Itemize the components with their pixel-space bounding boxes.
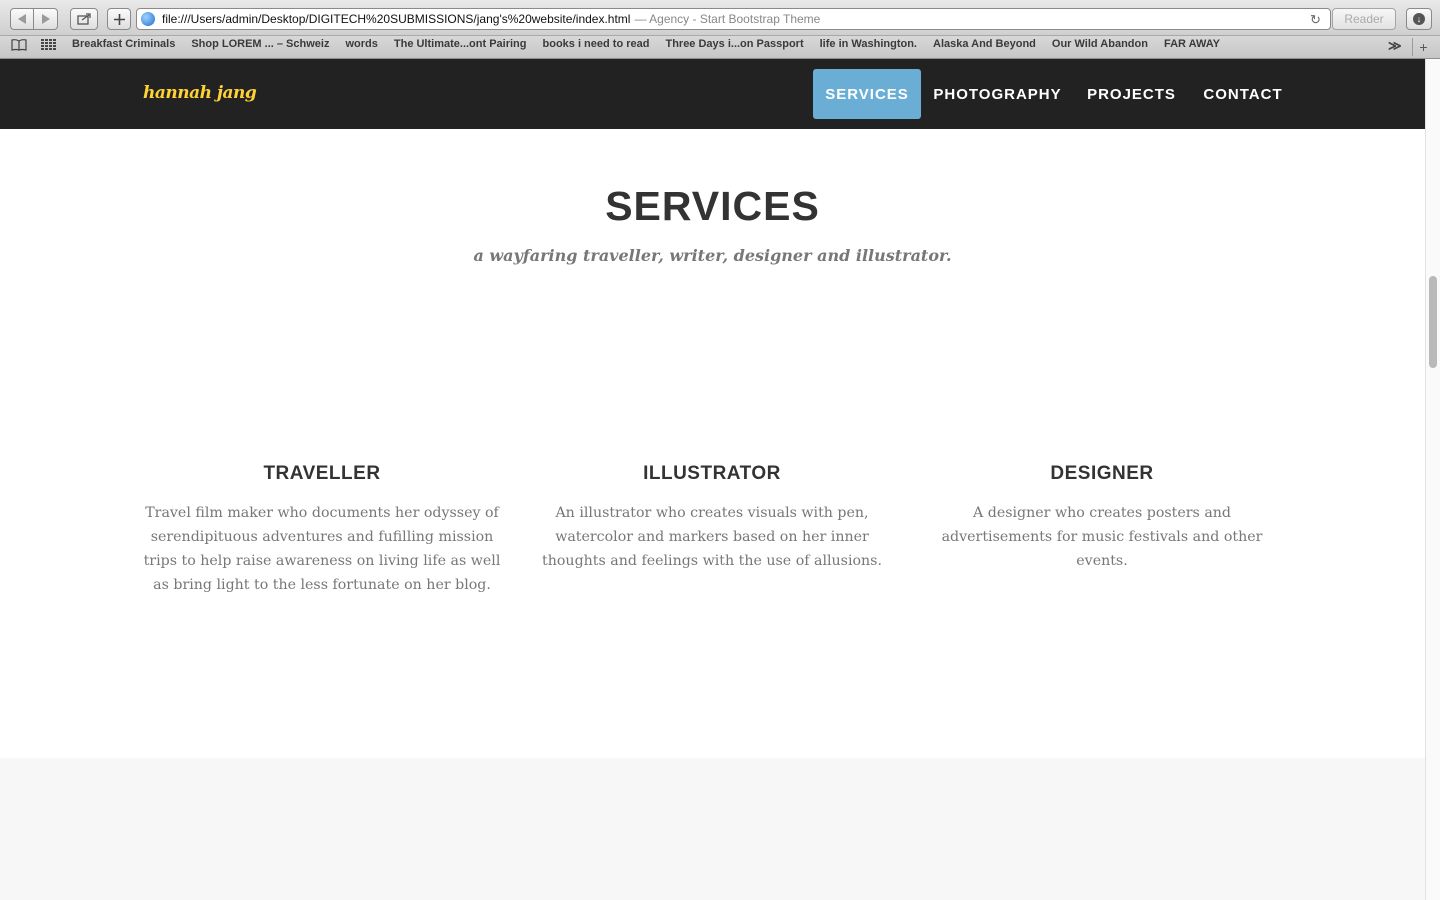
reload-icon[interactable]: ↻ <box>1310 12 1321 28</box>
add-bookmark-icon[interactable]: + <box>1412 38 1434 56</box>
bookmark-item[interactable]: life in Washington. <box>820 38 917 50</box>
download-icon: ↓ <box>1413 13 1425 25</box>
bookmark-item[interactable]: words <box>345 38 377 50</box>
service-designer: DESIGNER A designer who creates posters … <box>917 463 1287 573</box>
next-section-background <box>0 758 1425 900</box>
bookmark-item[interactable]: The Ultimate...ont Pairing <box>394 38 527 50</box>
plus-icon <box>113 13 125 25</box>
service-description: Travel film maker who documents her odys… <box>143 505 501 593</box>
nav-contact[interactable]: CONTACT <box>1193 69 1293 119</box>
new-tab-button[interactable] <box>107 8 131 30</box>
downloads-button[interactable]: ↓ <box>1406 8 1432 30</box>
bookmark-item[interactable]: Breakfast Criminals <box>72 38 175 50</box>
reader-button[interactable]: Reader <box>1332 8 1396 30</box>
service-title: TRAVELLER <box>263 463 381 484</box>
service-description: A designer who creates posters and adver… <box>941 505 1263 569</box>
service-title: DESIGNER <box>1050 463 1154 484</box>
site-navbar: hannah jang SERVICES PHOTOGRAPHY PROJECT… <box>0 59 1425 129</box>
reading-list-icon[interactable] <box>11 39 27 54</box>
web-page: hannah jang SERVICES PHOTOGRAPHY PROJECT… <box>0 59 1425 900</box>
service-title: ILLUSTRATOR <box>643 463 781 484</box>
bookmark-item[interactable]: books i need to read <box>543 38 650 50</box>
nav-projects[interactable]: PROJECTS <box>1079 69 1184 119</box>
bookmark-list: Breakfast Criminals Shop LOREM ... – Sch… <box>72 38 1236 50</box>
forward-arrow-icon <box>41 14 50 24</box>
address-bar[interactable]: file:///Users/admin/Desktop/DIGITECH%20S… <box>136 8 1331 30</box>
service-description: An illustrator who creates visuals with … <box>542 505 882 569</box>
share-button[interactable] <box>70 8 98 30</box>
service-traveller: TRAVELLER Travel film maker who document… <box>137 463 507 597</box>
services-heading: SERVICES <box>605 183 820 229</box>
share-icon <box>77 13 91 25</box>
bookmark-item[interactable]: Our Wild Abandon <box>1052 38 1148 50</box>
back-button[interactable] <box>10 8 34 30</box>
top-sites-grid-icon[interactable] <box>41 39 56 54</box>
services-subheading: a wayfaring traveller, writer, designer … <box>473 246 952 265</box>
bookmark-item[interactable]: Alaska And Beyond <box>933 38 1036 50</box>
bookmark-item[interactable]: Shop LOREM ... – Schweiz <box>191 38 329 50</box>
url-text: file:///Users/admin/Desktop/DIGITECH%20S… <box>162 12 631 26</box>
page-title-text: — Agency - Start Bootstrap Theme <box>634 12 821 26</box>
service-illustrator: ILLUSTRATOR An illustrator who creates v… <box>527 463 897 573</box>
browser-toolbar: file:///Users/admin/Desktop/DIGITECH%20S… <box>0 0 1440 36</box>
bookmark-item[interactable]: Three Days i...on Passport <box>665 38 803 50</box>
nav-photography[interactable]: PHOTOGRAPHY <box>925 69 1070 119</box>
site-brand-logo[interactable]: hannah jang <box>143 83 257 103</box>
globe-icon <box>141 12 155 26</box>
back-arrow-icon <box>18 14 26 24</box>
nav-services[interactable]: SERVICES <box>813 69 921 119</box>
scrollbar-thumb[interactable] <box>1429 276 1437 368</box>
more-bookmarks-icon[interactable]: ≫ <box>1388 38 1402 54</box>
page-scrollbar[interactable] <box>1425 59 1440 900</box>
forward-button[interactable] <box>34 8 58 30</box>
bookmark-item[interactable]: FAR AWAY <box>1164 38 1220 50</box>
